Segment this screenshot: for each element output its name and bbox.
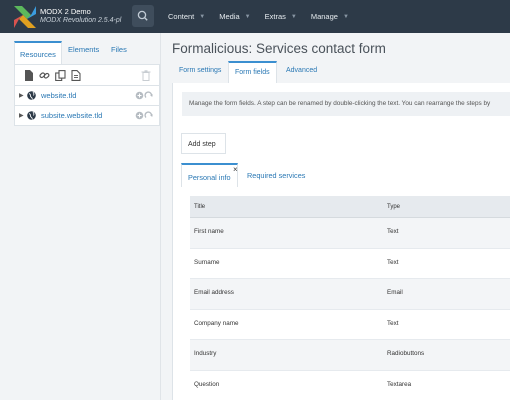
- globe-icon: [27, 91, 36, 100]
- resource-panel: Resources Elements Files ◂ ▶: [0, 33, 160, 400]
- expand-arrow-icon[interactable]: ▶: [19, 112, 24, 119]
- tab-form-settings[interactable]: Form settings: [179, 67, 221, 74]
- expand-arrow-icon[interactable]: ▶: [19, 92, 24, 99]
- nav-label: Manage: [310, 12, 338, 21]
- nav-label: Extras: [264, 12, 286, 21]
- copy-icon[interactable]: [55, 70, 66, 81]
- nav-content[interactable]: Content ▼: [168, 12, 205, 21]
- nav-label: Content: [168, 12, 195, 21]
- app-name: MODX 2 Demo: [40, 7, 91, 16]
- tab-form-fields[interactable]: Form fields: [228, 61, 277, 83]
- add-step-button[interactable]: Add step: [181, 133, 226, 154]
- document-icon[interactable]: [24, 70, 34, 81]
- step-tab-label: Personal info: [188, 173, 231, 182]
- tab-files[interactable]: Files: [111, 45, 127, 54]
- main-nav: Content ▼ Media ▼ Extras ▼ Manage ▼: [168, 0, 363, 33]
- cell-type: Text: [387, 258, 399, 266]
- nav-media[interactable]: Media ▼: [219, 12, 250, 21]
- cell-type: Textarea: [387, 380, 412, 388]
- main-content: Formalicious: Services contact form Form…: [161, 33, 510, 400]
- chevron-down-icon: ▼: [199, 13, 206, 20]
- chevron-down-icon: ▼: [290, 13, 297, 20]
- tab-resources[interactable]: Resources: [14, 41, 62, 64]
- tree-item-website[interactable]: ▶ website.tld: [14, 86, 160, 106]
- context-actions-icon[interactable]: [135, 111, 153, 120]
- cell-type: Email: [387, 289, 403, 297]
- file-icon[interactable]: [71, 70, 81, 81]
- column-header-title[interactable]: Title: [194, 204, 205, 210]
- nav-extras[interactable]: Extras ▼: [265, 12, 297, 21]
- column-header-type[interactable]: Type: [387, 204, 400, 210]
- brand: MODX 2 Demo MODX Revolution 2.5.4-pl: [40, 7, 121, 25]
- page-title: Formalicious: Services contact form: [172, 41, 386, 56]
- table-row[interactable]: Company name Text: [190, 310, 510, 341]
- top-bar: MODX 2 Demo MODX Revolution 2.5.4-pl Con…: [0, 0, 510, 33]
- tree-item-label: website.tld: [41, 91, 77, 100]
- step-tabs: Personal info × Required services: [181, 163, 510, 187]
- cell-type: Text: [387, 319, 399, 327]
- cell-title: Industry: [194, 350, 217, 358]
- modx-logo-icon[interactable]: [14, 6, 36, 28]
- cell-title: First name: [194, 228, 224, 235]
- trash-icon[interactable]: [141, 70, 151, 81]
- resource-tree: ▶ website.tld ▶ subsite.website.tld: [14, 86, 160, 126]
- tree-toolbar: [14, 64, 160, 86]
- fields-table: Title Type First name Text Surname Text …: [190, 196, 510, 400]
- nav-manage[interactable]: Manage ▼: [311, 12, 349, 21]
- table-header: Title Type: [190, 196, 510, 218]
- cell-title: Company name: [194, 319, 239, 327]
- link-icon[interactable]: [39, 70, 50, 81]
- form-tabs: Form settings Form fields Advanced: [172, 61, 510, 83]
- tab-advanced[interactable]: Advanced: [286, 67, 317, 74]
- search-icon: [137, 10, 148, 21]
- tree-item-subsite[interactable]: ▶ subsite.website.tld: [14, 106, 160, 126]
- table-row[interactable]: Email address Email: [190, 279, 510, 310]
- cell-type: Radiobuttons: [387, 350, 425, 358]
- tab-personal-info[interactable]: Personal info: [181, 163, 238, 187]
- tab-elements[interactable]: Elements: [68, 45, 99, 54]
- cell-title: Surname: [194, 258, 220, 266]
- form-fields-panel: Manage the form fields. A step can be re…: [172, 83, 510, 400]
- cell-title: Question: [194, 380, 220, 388]
- help-text: Manage the form fields. A step can be re…: [182, 92, 510, 116]
- tree-item-label: subsite.website.tld: [41, 111, 103, 120]
- tab-required-services[interactable]: Required services: [247, 171, 305, 180]
- table-row[interactable]: First name Text: [190, 218, 510, 249]
- sidebar-tabs: Resources Elements Files: [14, 41, 160, 65]
- table-row[interactable]: Question Textarea: [190, 371, 510, 400]
- close-icon[interactable]: ×: [233, 165, 238, 174]
- app-version: MODX Revolution 2.5.4-pl: [40, 17, 122, 24]
- search-button[interactable]: [132, 5, 154, 27]
- table-row[interactable]: Industry Radiobuttons: [190, 340, 510, 371]
- cell-title: Email address: [194, 289, 234, 297]
- chevron-down-icon: ▼: [342, 13, 349, 20]
- chevron-down-icon: ▼: [244, 13, 251, 20]
- cell-type: Text: [387, 228, 399, 235]
- globe-icon: [27, 111, 36, 120]
- nav-label: Media: [219, 12, 240, 21]
- table-row[interactable]: Surname Text: [190, 249, 510, 280]
- context-actions-icon[interactable]: [135, 91, 153, 100]
